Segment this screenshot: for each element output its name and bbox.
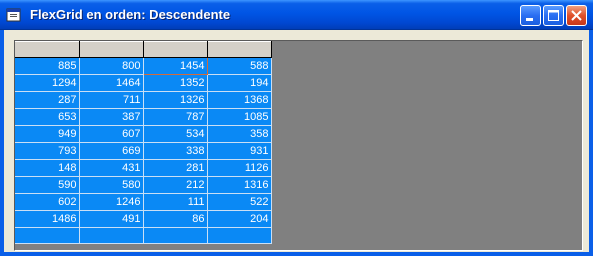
- grid-cell[interactable]: 111: [143, 193, 208, 211]
- flexgrid[interactable]: 885 800 1454 588 1294 1464 1352 194 287 …: [14, 40, 583, 251]
- column-header[interactable]: [79, 41, 144, 58]
- grid-cell[interactable]: 534: [143, 125, 208, 143]
- grid-cell[interactable]: 607: [79, 125, 144, 143]
- window-border-bottom: [0, 252, 593, 256]
- grid-cell[interactable]: 204: [207, 210, 272, 228]
- grid-cell[interactable]: 1126: [207, 159, 272, 177]
- grid-cell[interactable]: 1368: [207, 91, 272, 109]
- grid-cell[interactable]: 711: [79, 91, 144, 109]
- app-window: FlexGrid en orden: Descendente 885 800 1…: [0, 0, 593, 256]
- window-title: FlexGrid en orden: Descendente: [30, 7, 231, 22]
- close-button[interactable]: [566, 5, 587, 26]
- grid-cell[interactable]: 793: [15, 142, 80, 160]
- column-header[interactable]: [207, 41, 272, 58]
- grid-row: 590 580 212 1316: [15, 176, 272, 194]
- grid-row: 949 607 534 358: [15, 125, 272, 143]
- grid-cell[interactable]: 580: [79, 176, 144, 194]
- column-header[interactable]: [15, 41, 80, 58]
- grid-cell[interactable]: 1464: [79, 74, 144, 92]
- grid-cell[interactable]: 522: [207, 193, 272, 211]
- maximize-button[interactable]: [543, 5, 564, 26]
- minimize-icon: [526, 18, 533, 21]
- title-bar[interactable]: FlexGrid en orden: Descendente: [0, 0, 593, 30]
- grid-cell[interactable]: 358: [207, 125, 272, 143]
- grid-cell[interactable]: 1326: [143, 91, 208, 109]
- maximize-icon: [548, 10, 559, 21]
- grid-row: 602 1246 111 522: [15, 193, 272, 211]
- grid-cell[interactable]: 1246: [79, 193, 144, 211]
- grid-cell[interactable]: 885: [15, 57, 80, 75]
- grid-cell[interactable]: [207, 227, 272, 244]
- grid-cell[interactable]: 212: [143, 176, 208, 194]
- grid-cell[interactable]: 653: [15, 108, 80, 126]
- grid-cell[interactable]: 588: [207, 57, 272, 75]
- grid-cell[interactable]: 194: [207, 74, 272, 92]
- column-header[interactable]: [143, 41, 208, 58]
- grid-cell[interactable]: 1486: [15, 210, 80, 228]
- grid-cell[interactable]: 491: [79, 210, 144, 228]
- grid-row: [15, 227, 272, 244]
- grid-cell-current[interactable]: 1454: [142, 57, 208, 75]
- app-icon[interactable]: [6, 7, 22, 23]
- close-icon: [571, 10, 582, 21]
- grid-row: 885 800 1454 588: [15, 57, 272, 75]
- grid-cell[interactable]: 590: [15, 176, 80, 194]
- client-area: 885 800 1454 588 1294 1464 1352 194 287 …: [4, 30, 589, 252]
- grid-cell[interactable]: 86: [143, 210, 208, 228]
- grid-cell[interactable]: 949: [15, 125, 80, 143]
- header-row: [15, 41, 272, 58]
- grid-cell[interactable]: 287: [15, 91, 80, 109]
- grid-cell[interactable]: [79, 227, 144, 244]
- grid-cell[interactable]: 387: [79, 108, 144, 126]
- flexgrid-table: 885 800 1454 588 1294 1464 1352 194 287 …: [15, 41, 272, 244]
- grid-row: 793 669 338 931: [15, 142, 272, 160]
- grid-cell[interactable]: 431: [79, 159, 144, 177]
- grid-row: 287 711 1326 1368: [15, 91, 272, 109]
- minimize-button[interactable]: [520, 5, 541, 26]
- grid-cell[interactable]: [143, 227, 208, 244]
- grid-row: 653 387 787 1085: [15, 108, 272, 126]
- grid-cell[interactable]: 1352: [143, 74, 208, 92]
- grid-cell[interactable]: 281: [143, 159, 208, 177]
- grid-row: 1486 491 86 204: [15, 210, 272, 228]
- window-border-right: [589, 30, 593, 256]
- grid-cell[interactable]: [15, 227, 80, 244]
- grid-row: 148 431 281 1126: [15, 159, 272, 177]
- grid-cell[interactable]: 800: [79, 57, 144, 75]
- grid-row: 1294 1464 1352 194: [15, 74, 272, 92]
- grid-cell[interactable]: 148: [15, 159, 80, 177]
- grid-cell[interactable]: 787: [143, 108, 208, 126]
- grid-cell[interactable]: 1316: [207, 176, 272, 194]
- grid-cell[interactable]: 1294: [15, 74, 80, 92]
- grid-cell[interactable]: 669: [79, 142, 144, 160]
- grid-cell[interactable]: 602: [15, 193, 80, 211]
- grid-cell[interactable]: 1085: [207, 108, 272, 126]
- grid-cell[interactable]: 931: [207, 142, 272, 160]
- grid-cell[interactable]: 338: [143, 142, 208, 160]
